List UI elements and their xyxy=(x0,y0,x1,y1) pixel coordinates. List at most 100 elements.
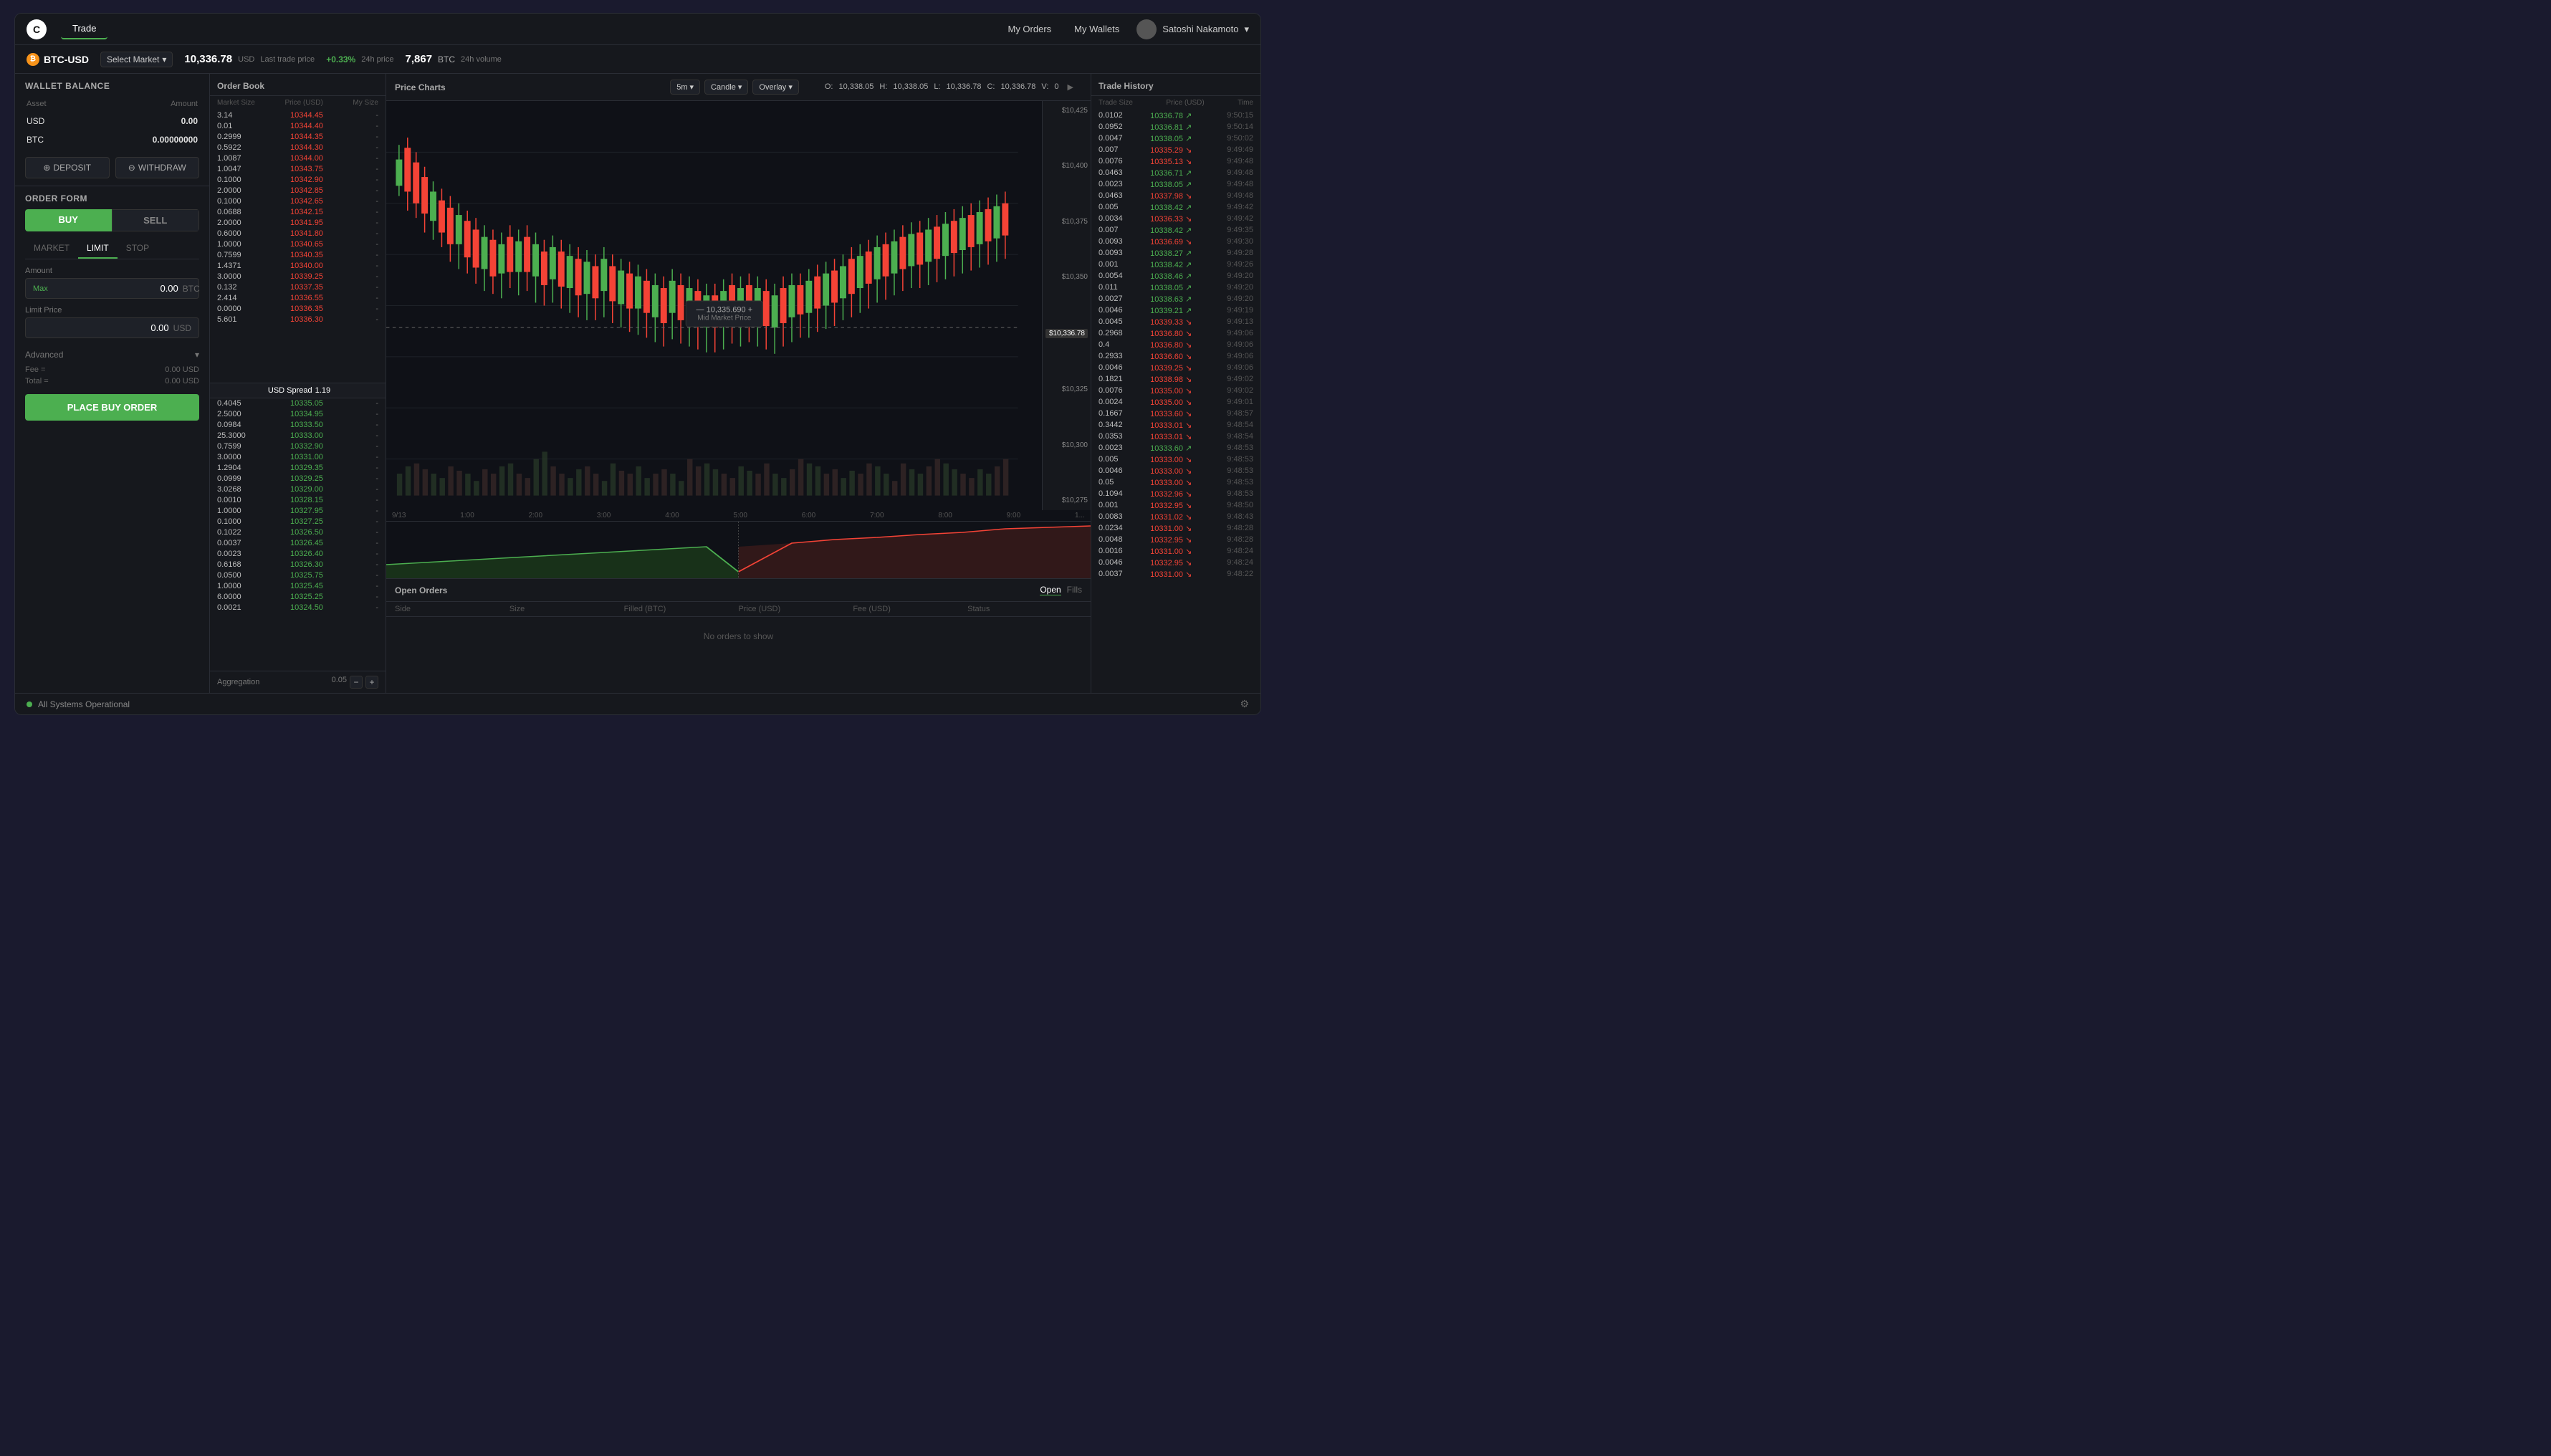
trade-history-row: 0.046310337.98 ↘9:49:48 xyxy=(1091,190,1260,201)
agg-minus-button[interactable]: − xyxy=(350,676,363,689)
limit-price-input[interactable] xyxy=(33,322,169,333)
trade-history-header: Trade History xyxy=(1091,74,1260,96)
order-book-ask-row[interactable]: 0.592210344.30- xyxy=(210,142,386,153)
amount-label: Amount xyxy=(25,267,199,275)
settings-icon[interactable]: ⚙ xyxy=(1240,698,1249,710)
chevron-down-icon: ▾ xyxy=(689,82,694,92)
main-content: Wallet Balance Asset Amount USD0.00BTC0.… xyxy=(15,74,1260,693)
order-book-ask-row[interactable]: 2.41410336.55- xyxy=(210,292,386,303)
order-book-bid-row[interactable]: 6.000010325.25- xyxy=(210,592,386,603)
open-orders-tab-fills[interactable]: Fills xyxy=(1067,585,1082,595)
order-book-ask-row[interactable]: 2.000010342.85- xyxy=(210,185,386,196)
app-logo[interactable]: C xyxy=(27,19,47,39)
my-orders-button[interactable]: My Orders xyxy=(1002,21,1057,37)
order-book-bid-row[interactable]: 3.026810329.00- xyxy=(210,484,386,495)
order-book-bid-row[interactable]: 0.098410333.50- xyxy=(210,420,386,431)
th-col-price: Price (USD) xyxy=(1166,99,1204,107)
trade-history-row: 0.293310336.60 ↘9:49:06 xyxy=(1091,350,1260,362)
order-book-bid-row[interactable]: 0.616810326.30- xyxy=(210,560,386,570)
order-book-bid-row[interactable]: 0.404510335.05- xyxy=(210,398,386,409)
chart-nav-right-icon[interactable]: ▶ xyxy=(1068,82,1073,92)
market-tab[interactable]: MARKET xyxy=(25,239,78,259)
trade-history-row: 0.008310331.02 ↘9:48:43 xyxy=(1091,511,1260,522)
order-book-ask-row[interactable]: 0.100010342.65- xyxy=(210,196,386,206)
order-book-ask-row[interactable]: 0.100010342.90- xyxy=(210,174,386,185)
limit-tab[interactable]: LIMIT xyxy=(78,239,118,259)
order-book-bid-row[interactable]: 0.102210326.50- xyxy=(210,527,386,538)
order-book-ask-row[interactable]: 0.759910340.35- xyxy=(210,249,386,260)
my-wallets-button[interactable]: My Wallets xyxy=(1068,21,1125,37)
order-book-ask-row[interactable]: 3.000010339.25- xyxy=(210,271,386,282)
advanced-toggle[interactable]: Advanced ▾ xyxy=(25,345,199,364)
btc-icon: ₿ xyxy=(27,53,39,66)
order-book-bid-row[interactable]: 0.050010325.75- xyxy=(210,570,386,581)
trade-history-row: 0.002410335.00 ↘9:49:01 xyxy=(1091,396,1260,408)
order-book-ask-row[interactable]: 0.0110344.40- xyxy=(210,120,386,131)
order-book-ask-row[interactable]: 1.004710343.75- xyxy=(210,163,386,174)
order-book-ask-row[interactable]: 0.299910344.35- xyxy=(210,131,386,142)
order-book-ask-row[interactable]: 0.000010336.35- xyxy=(210,303,386,314)
order-book-ask-row[interactable]: 1.008710344.00- xyxy=(210,153,386,163)
wallet-actions: ⊕ DEPOSIT ⊖ WITHDRAW xyxy=(15,150,209,186)
chart-type-dropdown[interactable]: Candle ▾ xyxy=(704,80,748,95)
buy-tab[interactable]: BUY xyxy=(25,209,112,231)
trade-history-row: 0.410336.80 ↘9:49:06 xyxy=(1091,339,1260,350)
order-book-ask-row[interactable]: 3.1410344.45- xyxy=(210,110,386,120)
order-book-ask-row[interactable]: 1.437110340.00- xyxy=(210,260,386,271)
trade-history-row: 0.009310336.69 ↘9:49:30 xyxy=(1091,236,1260,247)
left-sidebar: Wallet Balance Asset Amount USD0.00BTC0.… xyxy=(15,74,210,693)
overlay-dropdown[interactable]: Overlay ▾ xyxy=(752,80,798,95)
nav-tab-trade[interactable]: Trade xyxy=(61,19,107,39)
price-chart-area: $10,425 $10,400 $10,375 $10,350 $10,336.… xyxy=(386,101,1091,510)
order-book-bid-row[interactable]: 25.300010333.00- xyxy=(210,431,386,441)
place-order-button[interactable]: PLACE BUY ORDER xyxy=(25,394,199,421)
deposit-button[interactable]: ⊕ DEPOSIT xyxy=(25,157,110,178)
trade-history-section: Trade History Trade Size Price (USD) Tim… xyxy=(1091,74,1260,693)
withdraw-button[interactable]: ⊖ WITHDRAW xyxy=(115,157,200,178)
order-book-bid-row[interactable]: 0.003710326.45- xyxy=(210,538,386,549)
stop-tab[interactable]: STOP xyxy=(118,239,158,259)
user-menu[interactable]: Satoshi Nakamoto ▾ xyxy=(1136,19,1249,39)
order-book-bid-row[interactable]: 0.002110324.50- xyxy=(210,603,386,613)
oo-col-price: Price (USD) xyxy=(738,605,853,613)
wallet-table: Asset Amount USD0.00BTC0.00000000 xyxy=(15,95,209,150)
buy-sell-tabs: BUY SELL xyxy=(25,209,199,231)
th-col-size: Trade Size xyxy=(1099,99,1133,107)
max-button[interactable]: Max xyxy=(33,284,48,293)
order-book-bid-row[interactable]: 2.500010334.95- xyxy=(210,409,386,420)
trade-history-row: 0.004610339.21 ↗9:49:19 xyxy=(1091,305,1260,316)
trade-history-row: 0.009310338.27 ↗9:49:28 xyxy=(1091,247,1260,259)
ticker-bar: ₿ BTC-USD Select Market ▾ 10,336.78 USD … xyxy=(15,45,1260,74)
order-book-ask-row[interactable]: 1.000010340.65- xyxy=(210,239,386,249)
mid-market-label: Mid Market Price xyxy=(697,314,753,322)
amount-input[interactable] xyxy=(52,283,178,294)
order-book-ask-row[interactable]: 0.600010341.80- xyxy=(210,228,386,239)
last-price-label: Last trade price xyxy=(260,55,315,64)
open-orders-tab-open[interactable]: Open xyxy=(1040,585,1061,595)
h-label: H: xyxy=(879,82,887,92)
order-book-bid-row[interactable]: 0.001010328.15- xyxy=(210,495,386,506)
order-book-bid-row[interactable]: 1.000010327.95- xyxy=(210,506,386,517)
order-book-bid-row[interactable]: 1.290410329.35- xyxy=(210,463,386,474)
timeframe-dropdown[interactable]: 5m ▾ xyxy=(670,80,700,95)
th-col-time: Time xyxy=(1238,99,1253,107)
order-book-bid-row[interactable]: 0.759910332.90- xyxy=(210,441,386,452)
order-book-ask-row[interactable]: 5.60110336.30- xyxy=(210,314,386,325)
order-book-bid-row[interactable]: 0.100010327.25- xyxy=(210,517,386,527)
sell-tab[interactable]: SELL xyxy=(112,209,200,231)
agg-plus-button[interactable]: + xyxy=(365,676,378,689)
wallet-col-amount: Amount xyxy=(90,97,208,111)
order-book-ask-row[interactable]: 0.13210337.35- xyxy=(210,282,386,292)
trade-history-row: 0.007610335.00 ↘9:49:02 xyxy=(1091,385,1260,396)
market-select-dropdown[interactable]: Select Market ▾ xyxy=(100,52,173,67)
order-book-bid-row[interactable]: 0.002310326.40- xyxy=(210,549,386,560)
oo-col-filled: Filled (BTC) xyxy=(624,605,739,613)
order-book-ask-row[interactable]: 0.068810342.15- xyxy=(210,206,386,217)
trade-history-row: 0.00510333.00 ↘9:48:53 xyxy=(1091,454,1260,465)
order-book-ask-row[interactable]: 2.000010341.95- xyxy=(210,217,386,228)
order-book-bid-row[interactable]: 3.000010331.00- xyxy=(210,452,386,463)
price-label-current: $10,336.78 xyxy=(1045,329,1088,338)
order-book-bid-row[interactable]: 0.099910329.25- xyxy=(210,474,386,484)
order-book-bid-row[interactable]: 1.000010325.45- xyxy=(210,581,386,592)
wallet-col-asset: Asset xyxy=(16,97,88,111)
